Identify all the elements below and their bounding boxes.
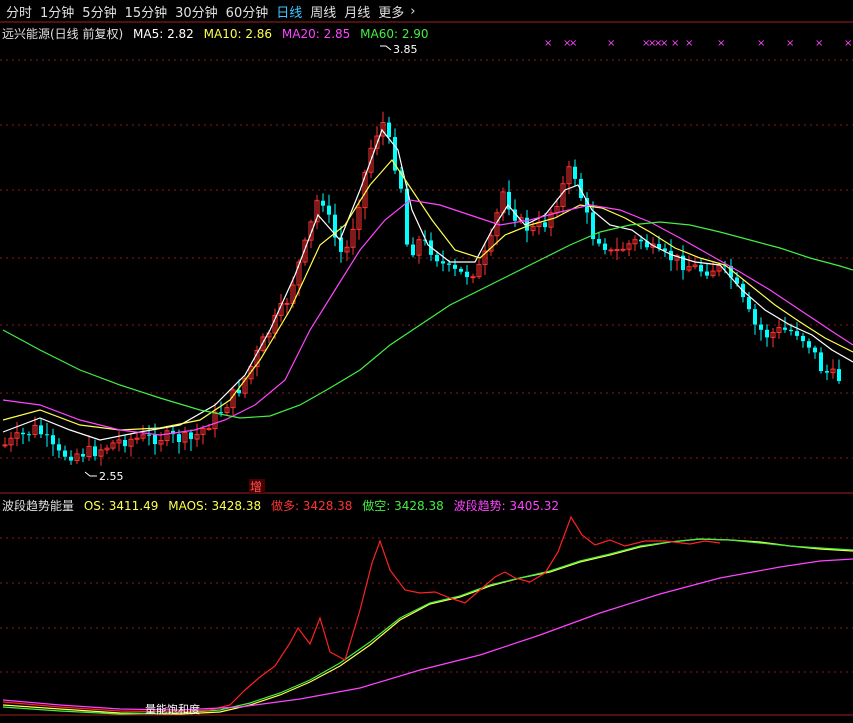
candle-body	[753, 309, 757, 325]
candle-body	[465, 271, 469, 278]
candle-body	[2, 444, 8, 447]
stock-title: 远兴能源(日线 前复权)	[2, 27, 124, 41]
candle-body	[825, 371, 829, 373]
candle-body	[543, 222, 547, 228]
ma20-line	[2, 199, 853, 436]
candle-body	[573, 166, 577, 179]
candle-body	[795, 331, 799, 336]
ma5-label: MA5: 2.82	[133, 27, 194, 41]
candle-body	[57, 444, 61, 451]
candle-body	[447, 263, 451, 265]
low-price-label: 2.55	[99, 470, 124, 483]
high-pointer	[380, 45, 392, 51]
candle-body	[699, 265, 703, 272]
candle-body	[27, 434, 31, 436]
candle-body	[765, 329, 769, 338]
candle-body	[177, 434, 181, 443]
candle-body	[759, 324, 763, 330]
candle-body	[147, 434, 151, 436]
signal-cross: ×	[717, 38, 725, 49]
candle-body	[189, 432, 193, 440]
signal-cross: ×	[660, 38, 668, 49]
candle-body	[441, 261, 445, 264]
short-line	[2, 538, 853, 715]
signal-cross: ×	[544, 38, 552, 49]
candle-body	[801, 335, 805, 342]
ma60-line	[2, 221, 853, 419]
candle-body	[435, 254, 439, 262]
candle-body	[620, 248, 626, 251]
candle-body	[39, 425, 43, 435]
candle-body	[789, 329, 793, 332]
candle-body	[783, 327, 787, 330]
candle-body	[284, 302, 290, 305]
candle-body	[639, 239, 643, 242]
candle-body	[51, 435, 55, 445]
candle-body	[327, 205, 331, 215]
candle-body	[206, 428, 212, 431]
chart-canvas[interactable]: 3.852.55增× ×× × ×××× × × × × × × ×量能饱和度	[0, 0, 853, 723]
candle-body	[603, 243, 607, 250]
candle-body	[69, 456, 73, 461]
candle-body	[470, 276, 476, 279]
indicator-legend: 波段趋势能量 OS: 3411.49 MAOS: 3428.38 做多: 342…	[2, 497, 565, 514]
ma60-label: MA60: 2.90	[360, 27, 429, 41]
candle-body	[747, 297, 751, 310]
candle-body	[219, 412, 223, 414]
indicator-title: 波段趋势能量	[2, 499, 75, 513]
candle-body	[321, 200, 325, 206]
signal-cross: ×	[786, 38, 794, 49]
candle-body	[813, 347, 817, 353]
signal-cross: ×	[815, 38, 823, 49]
volume-saturation-label: 量能饱和度	[145, 702, 200, 716]
candle-body	[387, 122, 391, 138]
candle-body	[411, 244, 415, 256]
candle-body	[614, 249, 620, 252]
signal-marker: 增	[250, 480, 262, 494]
chart-annotations: 3.852.55增× ×× × ×××× × × × × × × ×量能饱和度	[84, 38, 852, 716]
ma10-label: MA10: 2.86	[203, 27, 273, 41]
signal-cross: ×	[569, 38, 577, 49]
signal-cross: ×	[757, 38, 765, 49]
high-price-label: 3.85	[393, 43, 418, 56]
candle-body	[837, 369, 841, 382]
candle-body	[93, 446, 97, 457]
trend-label: 波段趋势: 3405.32	[453, 499, 560, 513]
candle-body	[608, 249, 614, 252]
signal-cross: ×	[607, 38, 615, 49]
candle-body	[45, 434, 49, 436]
candle-body	[705, 271, 709, 276]
candle-body	[459, 268, 463, 272]
long-line	[2, 515, 721, 713]
candle-body	[123, 439, 127, 447]
candle-body	[153, 434, 157, 445]
candle-body	[81, 453, 85, 457]
ma20-label: MA20: 2.85	[281, 27, 351, 41]
candle-body	[63, 450, 67, 457]
long-label: 做多: 3428.38	[270, 499, 353, 513]
candle-body	[597, 239, 601, 244]
os-line	[2, 538, 853, 715]
candle-body	[807, 341, 811, 348]
short-label: 做空: 3428.38	[362, 499, 444, 513]
indicator-lines	[2, 515, 853, 715]
chart-grid	[0, 21, 853, 716]
os-label: OS: 3411.49	[83, 499, 159, 513]
ma10-line	[2, 159, 853, 431]
candle-body	[453, 264, 457, 269]
signal-cross: ×	[685, 38, 693, 49]
candle-body	[819, 352, 823, 372]
maos-label: MAOS: 3428.38	[168, 499, 262, 513]
candle-body	[21, 432, 25, 435]
low-pointer	[84, 471, 97, 477]
signal-cross: ×	[844, 38, 852, 49]
candlestick-series	[2, 111, 841, 466]
main-panel-legend: 远兴能源(日线 前复权) MA5: 2.82 MA10: 2.86 MA20: …	[2, 25, 435, 42]
signal-cross: ×	[671, 38, 679, 49]
trend-line	[2, 558, 853, 711]
